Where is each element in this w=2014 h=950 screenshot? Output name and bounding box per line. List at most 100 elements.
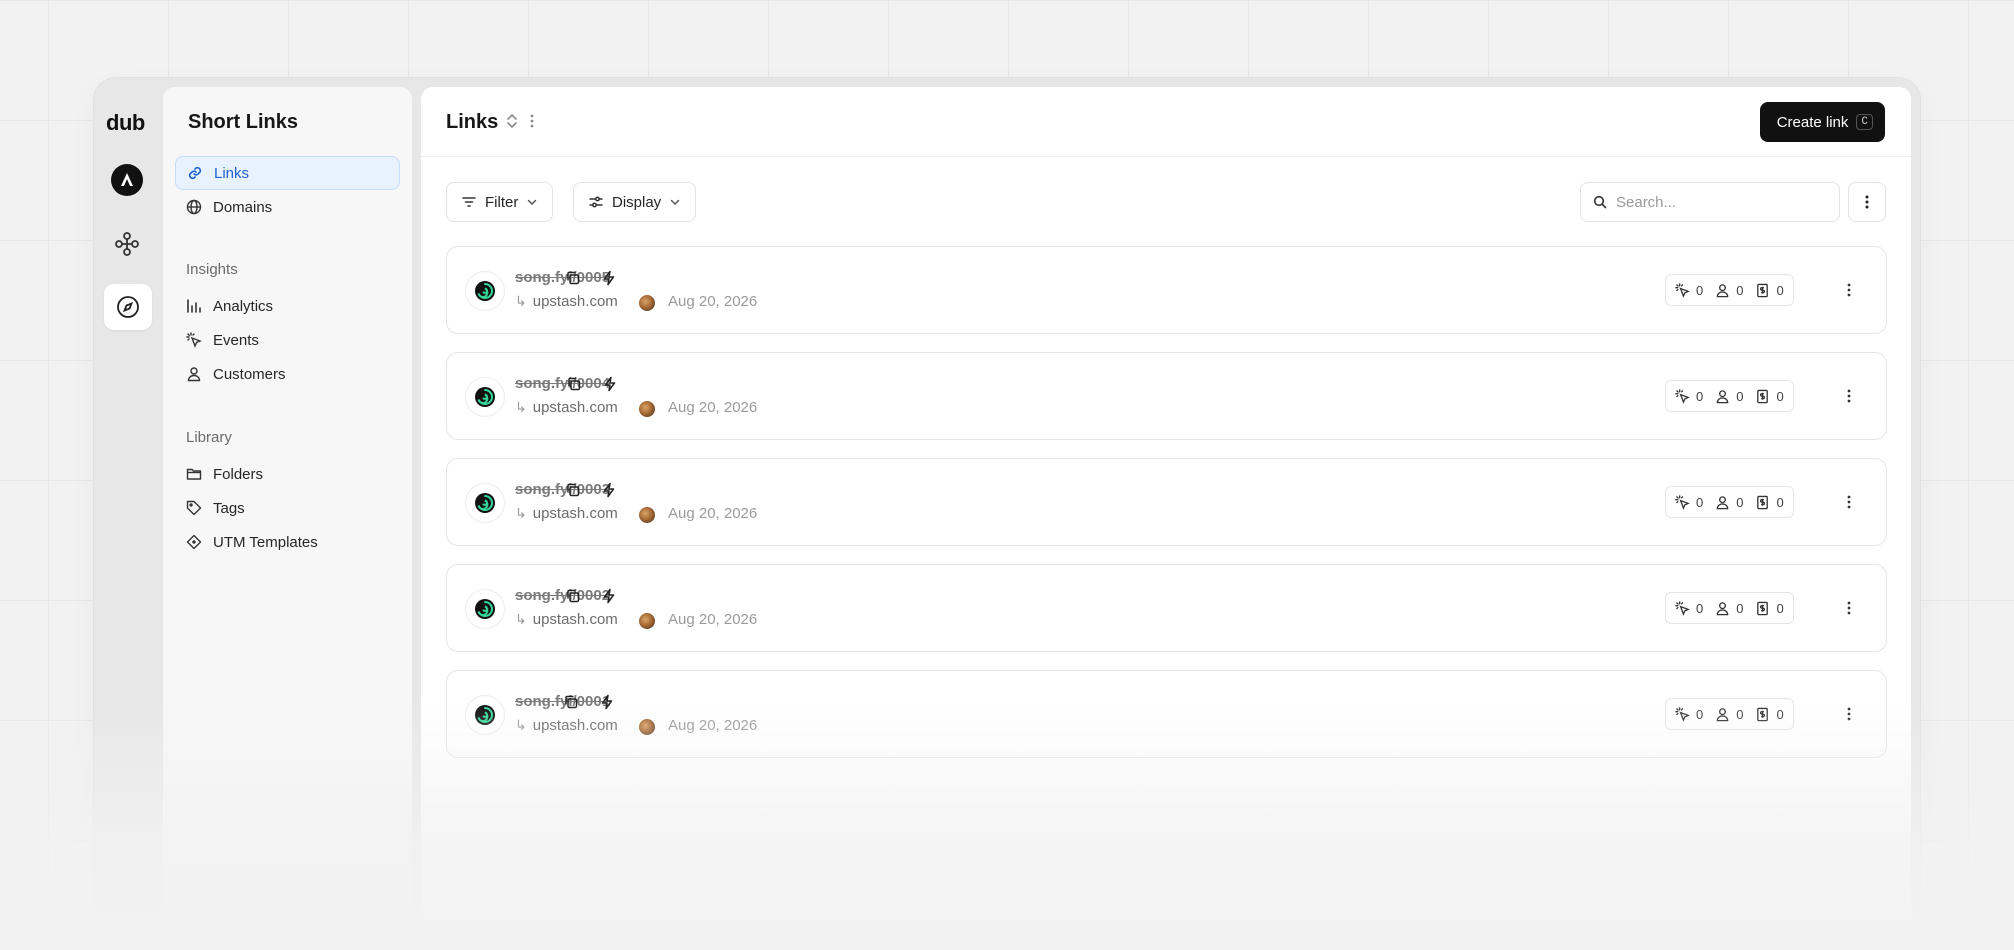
destination-url[interactable]: ↳ upstash.com bbox=[515, 293, 618, 310]
page-title: Links bbox=[446, 111, 499, 133]
copy-icon[interactable] bbox=[565, 270, 581, 286]
display-button[interactable]: Display bbox=[573, 182, 697, 222]
create-link-button[interactable]: Create link C bbox=[1759, 102, 1885, 142]
favicon-icon bbox=[465, 589, 505, 629]
return-arrow-icon: ↳ bbox=[515, 611, 527, 627]
link-stats[interactable]: 0 0 0 bbox=[1665, 592, 1794, 624]
sales-count: 0 bbox=[1776, 600, 1784, 616]
sidebar-title: Short Links bbox=[188, 111, 299, 133]
destination-url[interactable]: ↳ upstash.com bbox=[515, 611, 618, 628]
link-stats[interactable]: 0 0 0 bbox=[1665, 698, 1794, 730]
clicks-count: 0 bbox=[1696, 282, 1704, 298]
short-link[interactable]: song.fyi/0004 bbox=[515, 375, 610, 392]
sidebar-item-utm-templates[interactable]: UTM Templates bbox=[175, 525, 400, 559]
header-more-icon[interactable] bbox=[529, 111, 535, 131]
bolt-icon[interactable] bbox=[603, 376, 617, 392]
bolt-icon[interactable] bbox=[602, 270, 616, 286]
destination-text: upstash.com bbox=[532, 293, 618, 310]
user-icon bbox=[1716, 707, 1729, 721]
search-icon bbox=[1593, 195, 1607, 209]
short-link[interactable]: song.fyi/0003 bbox=[515, 481, 610, 498]
created-date: Aug 20, 2026 bbox=[668, 505, 758, 522]
sidebar-item-label: Events bbox=[213, 331, 259, 349]
row-more-icon[interactable] bbox=[1846, 705, 1852, 723]
chevron-up-down-icon[interactable] bbox=[505, 111, 519, 131]
short-link[interactable]: song.fyi/0005 bbox=[515, 269, 610, 286]
clicks-count: 0 bbox=[1696, 494, 1704, 510]
copy-icon[interactable] bbox=[565, 588, 581, 604]
destination-url[interactable]: ↳ upstash.com bbox=[515, 505, 618, 522]
return-arrow-icon: ↳ bbox=[515, 717, 527, 733]
link-card[interactable]: song.fyi/0002 ↳ upstash.com Aug 20, 2026… bbox=[446, 564, 1887, 652]
bar-chart-icon bbox=[187, 299, 201, 313]
cursor-click-icon bbox=[1675, 706, 1690, 722]
cursor-click-icon bbox=[1675, 282, 1690, 298]
section-label-library: Library bbox=[186, 429, 232, 446]
row-more-icon[interactable] bbox=[1846, 281, 1852, 299]
leads-count: 0 bbox=[1736, 282, 1744, 298]
sidebar-item-label: UTM Templates bbox=[213, 533, 318, 551]
folder-icon bbox=[186, 468, 202, 480]
user-avatar bbox=[639, 719, 655, 735]
sidebar-item-label: Links bbox=[214, 164, 250, 182]
user-avatar bbox=[639, 507, 655, 523]
cursor-click-icon bbox=[186, 332, 202, 348]
destination-url[interactable]: ↳ upstash.com bbox=[515, 717, 618, 734]
link-stats[interactable]: 0 0 0 bbox=[1665, 380, 1794, 412]
created-date: Aug 20, 2026 bbox=[668, 399, 758, 416]
dub-logo[interactable]: dub bbox=[106, 110, 145, 136]
diamond-tag-icon bbox=[186, 534, 202, 550]
filter-button[interactable]: Filter bbox=[446, 182, 554, 222]
bolt-icon[interactable] bbox=[602, 482, 616, 498]
workspace-avatar-icon[interactable] bbox=[111, 164, 143, 196]
link-stats[interactable]: 0 0 0 bbox=[1665, 274, 1794, 306]
row-more-icon[interactable] bbox=[1846, 493, 1852, 511]
kebab-icon bbox=[1865, 195, 1869, 209]
row-more-icon[interactable] bbox=[1846, 387, 1852, 405]
sidebar-item-customers[interactable]: Customers bbox=[175, 357, 400, 391]
sidebar-item-events[interactable]: Events bbox=[175, 323, 400, 357]
sidebar-item-links[interactable]: Links bbox=[175, 156, 400, 190]
cursor-click-icon bbox=[1675, 494, 1690, 510]
link-card[interactable]: song.fyi/0004 ↳ upstash.com Aug 20, 2026… bbox=[446, 352, 1887, 440]
sidebar-item-folders[interactable]: Folders bbox=[175, 457, 400, 491]
compass-icon[interactable] bbox=[104, 284, 152, 330]
sidebar-item-label: Tags bbox=[213, 499, 245, 517]
network-icon[interactable] bbox=[111, 228, 143, 260]
created-date: Aug 20, 2026 bbox=[668, 717, 758, 734]
bolt-icon[interactable] bbox=[600, 694, 614, 710]
filter-icon bbox=[462, 197, 476, 207]
return-arrow-icon: ↳ bbox=[515, 505, 527, 521]
leads-count: 0 bbox=[1736, 388, 1744, 404]
short-link[interactable]: song.fyi/0002 bbox=[515, 587, 610, 604]
sidebar-item-domains[interactable]: Domains bbox=[175, 190, 400, 224]
user-avatar bbox=[639, 401, 655, 417]
bolt-icon[interactable] bbox=[602, 588, 616, 604]
row-more-icon[interactable] bbox=[1846, 599, 1852, 617]
sales-stat: 0 bbox=[1755, 283, 1784, 298]
globe-icon bbox=[186, 199, 202, 215]
copy-icon[interactable] bbox=[566, 376, 582, 392]
link-card[interactable]: song.fyi/0003 ↳ upstash.com Aug 20, 2026… bbox=[446, 458, 1887, 546]
sidebar-item-tags[interactable]: Tags bbox=[175, 491, 400, 525]
clicks-stat: 0 bbox=[1675, 495, 1703, 510]
link-card[interactable]: song.fyi/0001 ↳ upstash.com Aug 20, 2026… bbox=[446, 670, 1887, 758]
main-panel: Links Create link C Filter Display Searc… bbox=[421, 87, 1911, 947]
cursor-click-icon bbox=[1675, 600, 1690, 616]
more-options-button[interactable] bbox=[1848, 182, 1886, 222]
link-card[interactable]: song.fyi/0005 ↳ upstash.com Aug 20, 2026… bbox=[446, 246, 1887, 334]
clicks-count: 0 bbox=[1696, 600, 1704, 616]
search-box bbox=[1580, 182, 1840, 222]
copy-icon[interactable] bbox=[565, 482, 581, 498]
sales-stat: 0 bbox=[1755, 600, 1784, 616]
return-arrow-icon: ↳ bbox=[515, 293, 527, 309]
search-input[interactable] bbox=[1616, 193, 1816, 211]
favicon-icon bbox=[465, 377, 505, 417]
return-arrow-icon: ↳ bbox=[515, 399, 527, 415]
destination-url[interactable]: ↳ upstash.com bbox=[515, 399, 618, 416]
create-link-label: Create link bbox=[1776, 113, 1849, 131]
link-stats[interactable]: 0 0 0 bbox=[1665, 486, 1794, 518]
copy-icon[interactable] bbox=[563, 694, 579, 710]
sidebar: Short Links Links Domains Insights Analy… bbox=[163, 87, 412, 947]
sidebar-item-analytics[interactable]: Analytics bbox=[175, 289, 400, 323]
